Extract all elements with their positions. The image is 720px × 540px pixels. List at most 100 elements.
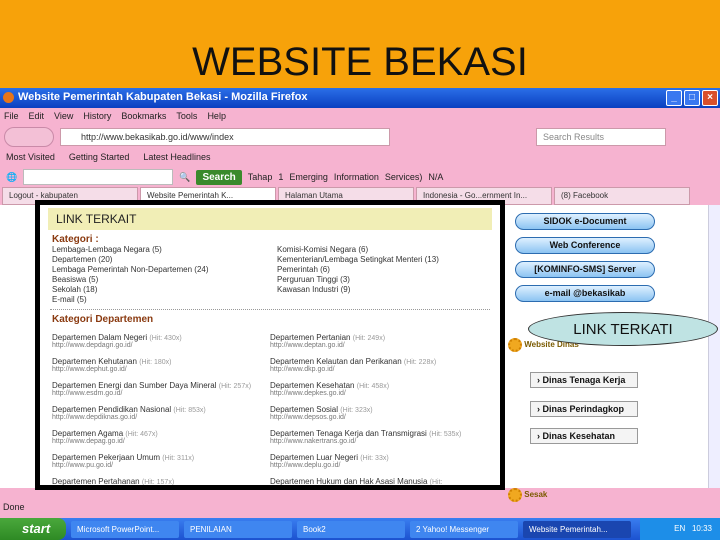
menu-file[interactable]: File [4,111,19,122]
departemen-label: Kategori Departemen [52,314,154,325]
departemen-link[interactable]: Departemen Tenaga Kerja dan Transmigrasi [270,429,427,438]
bookmark-latest-headlines[interactable]: Latest Headlines [143,152,210,164]
toolbar-link[interactable]: N/A [428,172,443,182]
kategori-link[interactable]: Lembaga Pemerintah Non-Departemen (24) [52,265,277,275]
kategori-link[interactable]: Departemen (20) [52,255,277,265]
bookmark-getting-started[interactable]: Getting Started [69,152,130,164]
minimize-button[interactable]: _ [666,90,682,106]
toolbar-link[interactable]: 1 [278,172,283,182]
hit-count: (Hit: 157x) [141,479,175,486]
slide-title: WEBSITE BEKASI [192,40,528,84]
taskbar-item-active[interactable]: Website Pemerintah... [523,520,631,538]
taskbar-item[interactable]: Book2 [297,520,405,538]
vertical-scrollbar[interactable] [708,205,720,488]
kategori-link[interactable]: Kawasan Industri (9) [277,285,500,295]
toolbar-link[interactable]: Tahap [248,172,273,182]
dinas-button[interactable]: › Dinas Kesehatan [530,428,638,444]
kategori-link[interactable]: Komisi-Komisi Negara (6) [277,245,500,255]
search-button[interactable]: Search [196,169,242,185]
departemen-url[interactable]: http://www.depdagri.go.id/ [52,342,270,349]
menu-history[interactable]: History [83,111,111,122]
departemen-item: Departemen Luar Negeri (Hit: 33x) http://… [270,453,488,469]
email-button[interactable]: e-mail @bekasikab [515,285,655,302]
toolbar-link[interactable]: Information [334,172,379,182]
departemen-url[interactable]: http://www.dephut.go.id/ [52,366,270,373]
hit-count: (Hit: 467x) [125,431,158,438]
search-box[interactable]: Search Results [536,128,666,146]
tab[interactable]: (8) Facebook [554,187,690,205]
dinas-button[interactable]: › Dinas Tenaga Kerja [530,372,638,388]
menu-bar: File Edit View History Bookmarks Tools H… [0,108,720,125]
url-bar[interactable]: http://www.bekasikab.go.id/www/index [60,128,390,146]
start-button[interactable]: start [0,518,66,540]
taskbar-item[interactable]: PENILAIAN [184,520,292,538]
toolbar-link[interactable]: Services) [385,172,423,182]
kategori-link[interactable]: Kementerian/Lembaga Setingkat Menteri (1… [277,255,500,265]
kategori-link[interactable]: Sekolah (18) [52,285,277,295]
departemen-item: Departemen Pekerjaan Umum (Hit: 311x) htt… [52,453,270,469]
sidok-button[interactable]: SIDOK e-Document [515,213,655,230]
departemen-link[interactable]: Departemen Kesehatan [270,381,355,390]
departemen-link[interactable]: Departemen Pekerjaan Umum [52,453,160,462]
departemen-url[interactable]: http://www.deplu.go.id/ [270,462,488,469]
toolbar-search-input[interactable] [23,169,174,185]
menu-view[interactable]: View [54,111,73,122]
departemen-item: Departemen Kesehatan (Hit: 458x) http://w… [270,381,488,397]
departemen-item: Departemen Pendidikan Nasional (Hit: 853… [52,405,270,421]
departemen-link[interactable]: Departemen Kelautan dan Perikanan [270,357,402,366]
departemen-url[interactable]: http://www.pu.go.id/ [52,462,270,469]
back-forward-button[interactable] [4,127,54,147]
departemen-link[interactable]: Departemen Hukum dan Hak Asasi Manusia [270,477,427,485]
language-indicator[interactable]: EN [674,524,685,533]
departemen-url[interactable]: http://www.dkp.go.id/ [270,366,488,373]
departemen-url[interactable]: http://www.depag.go.id/ [52,438,270,445]
side-links: SIDOK e-Document Web Conference [KOMINFO… [515,213,655,309]
departemen-url[interactable]: http://www.depkes.go.id/ [270,390,488,397]
hit-count: (Hit: 430x) [149,335,182,342]
departemen-link[interactable]: Departemen Pertanian [270,333,351,342]
dinas-label: Dinas Perindagkop [542,404,625,414]
menu-tools[interactable]: Tools [176,111,197,122]
departemen-link[interactable]: Departemen Luar Negeri [270,453,358,462]
callout-bubble: LINK TERKATI [528,312,718,346]
departemen-item: Departemen Pertanian (Hit: 249x) http://w… [270,333,488,349]
dinas-button[interactable]: › Dinas Perindagkop [530,401,638,417]
departemen-url[interactable]: http://www.depsos.go.id/ [270,414,488,421]
kategori-link[interactable]: Perguruan Tinggi (3) [277,275,500,285]
kominfo-sms-button[interactable]: [KOMINFO-SMS] Server [515,261,655,278]
kategori-link[interactable]: Pemerintah (6) [277,265,500,275]
toolbar-link[interactable]: Emerging [289,172,328,182]
departemen-link[interactable]: Departemen Dalam Negeri [52,333,147,342]
taskbar-item[interactable]: 2 Yahoo! Messenger [410,520,518,538]
maximize-button[interactable]: □ [684,90,700,106]
departemen-url[interactable]: http://www.deptan.go.id/ [270,342,488,349]
status-bar: Done [3,502,25,512]
hit-count: (Hit: 458x) [356,383,390,390]
departemen-link[interactable]: Departemen Kehutanan [52,357,137,366]
kategori-link[interactable]: Lembaga-Lembaga Negara (5) [52,245,277,255]
departemen-link[interactable]: Departemen Sosial [270,405,338,414]
taskbar-item[interactable]: Microsoft PowerPoint... [71,520,179,538]
bookmark-most-visited[interactable]: Most Visited [6,152,55,164]
close-button[interactable]: × [702,90,718,106]
departemen-link[interactable]: Departemen Pertahanan [52,477,140,485]
departemen-item: Departemen Dalam Negeri (Hit: 430x) http:… [52,333,270,349]
departemen-link[interactable]: Departemen Pendidikan Nasional [52,405,171,414]
highlight-frame: LINK TERKAIT Kategori : Lembaga-Lembaga … [35,200,505,490]
globe-icon: 🌐 [6,171,18,182]
departemen-url[interactable]: http://www.depkehham.go.id/ [270,486,488,490]
kategori-link[interactable]: Beasiswa (5) [52,275,277,285]
departemen-url[interactable]: http://www.depdiknas.go.id/ [52,414,270,421]
menu-help[interactable]: Help [207,111,226,122]
hit-count: (Hit: 311x) [162,455,195,462]
departemen-url[interactable]: http://www.esdm.go.id/ [52,390,270,397]
kategori-link[interactable]: E-mail (5) [52,295,277,305]
departemen-link[interactable]: Departemen Energi dan Sumber Daya Minera… [52,381,217,390]
menu-bookmarks[interactable]: Bookmarks [121,111,166,122]
menu-edit[interactable]: Edit [29,111,45,122]
magnifier-icon[interactable]: 🔍 [179,172,190,183]
gear-icon [508,488,522,502]
web-conference-button[interactable]: Web Conference [515,237,655,254]
departemen-link[interactable]: Departemen Agama [52,429,123,438]
departemen-url[interactable]: http://www.nakertrans.go.id/ [270,438,488,445]
